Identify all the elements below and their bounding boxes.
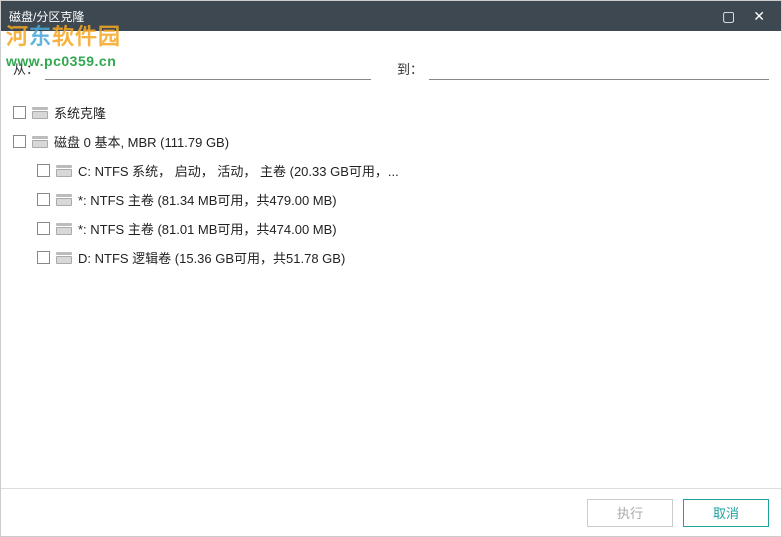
tree-item-disk0[interactable]: 磁盘 0 基本, MBR (111.79 GB)	[13, 127, 781, 156]
item-label: *: NTFS 主卷 (81.34 MB可用，共479.00 MB)	[78, 190, 337, 209]
item-label: 磁盘 0 基本, MBR (111.79 GB)	[54, 132, 229, 151]
disk-icon	[56, 165, 72, 177]
checkbox[interactable]	[37, 222, 50, 235]
tree-item-partition-c[interactable]: C: NTFS 系统， 启动， 活动， 主卷 (20.33 GB可用，...	[13, 156, 781, 185]
to-underline	[429, 62, 769, 80]
footer: 执行 取消	[1, 488, 781, 536]
checkbox[interactable]	[37, 251, 50, 264]
item-label: D: NTFS 逻辑卷 (15.36 GB可用，共51.78 GB)	[78, 248, 345, 267]
maximize-icon[interactable]: ▢	[722, 8, 735, 25]
to-column: 到：	[397, 59, 769, 80]
tree-item-partition-star2[interactable]: *: NTFS 主卷 (81.01 MB可用，共474.00 MB)	[13, 214, 781, 243]
disk-icon	[56, 223, 72, 235]
checkbox[interactable]	[37, 193, 50, 206]
from-underline	[45, 62, 371, 80]
disk-icon	[32, 107, 48, 119]
close-icon[interactable]: ✕	[753, 8, 765, 25]
item-label: C: NTFS 系统， 启动， 活动， 主卷 (20.33 GB可用，...	[78, 161, 399, 180]
source-dest-header: 从： 到：	[1, 59, 781, 90]
tree-item-system-clone[interactable]: 系统克隆	[13, 98, 781, 127]
execute-button[interactable]: 执行	[587, 499, 673, 527]
from-column: 从：	[13, 59, 371, 80]
disk-icon	[32, 136, 48, 148]
cancel-button[interactable]: 取消	[683, 499, 769, 527]
tree-item-partition-star1[interactable]: *: NTFS 主卷 (81.34 MB可用，共479.00 MB)	[13, 185, 781, 214]
tree-item-partition-d[interactable]: D: NTFS 逻辑卷 (15.36 GB可用，共51.78 GB)	[13, 243, 781, 272]
to-label: 到：	[397, 59, 423, 80]
item-label: 系统克隆	[54, 103, 106, 122]
checkbox[interactable]	[13, 135, 26, 148]
item-label: *: NTFS 主卷 (81.01 MB可用，共474.00 MB)	[78, 219, 337, 238]
checkbox[interactable]	[13, 106, 26, 119]
checkbox[interactable]	[37, 164, 50, 177]
disk-icon	[56, 252, 72, 264]
disk-icon	[56, 194, 72, 206]
from-label: 从：	[13, 59, 39, 80]
window-title: 磁盘/分区克隆	[9, 8, 722, 25]
disk-tree: 系统克隆 磁盘 0 基本, MBR (111.79 GB) C: NTFS 系统…	[1, 90, 781, 272]
titlebar-controls: ▢ ✕	[722, 8, 773, 25]
title-bar: 磁盘/分区克隆 ▢ ✕	[1, 1, 781, 31]
